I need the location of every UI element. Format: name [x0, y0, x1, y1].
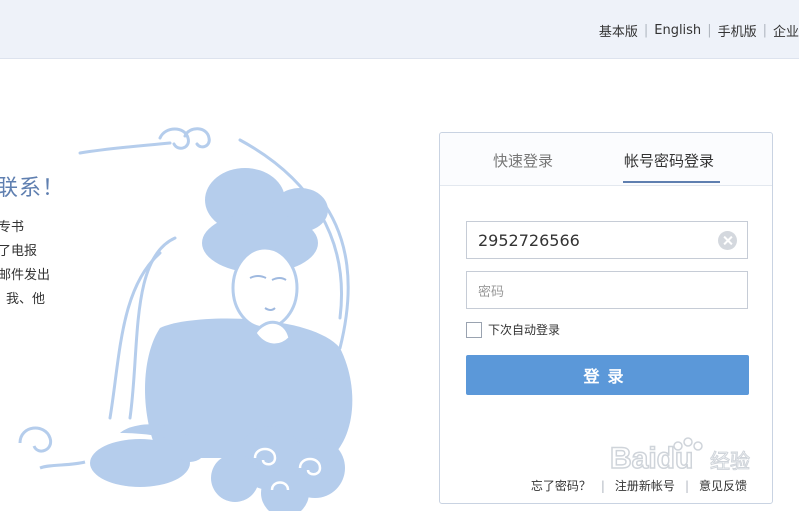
mobile-version-link[interactable]: 手机版	[718, 21, 757, 40]
change-illustration	[18, 127, 353, 511]
enterprise-link[interactable]: 企业	[773, 21, 799, 40]
password-placeholder: 密码	[478, 284, 505, 300]
account-input-value: 2952726566	[478, 230, 580, 250]
divider: |	[762, 23, 767, 38]
login-button[interactable]: 登录	[466, 355, 749, 395]
watermark-suffix: 经验	[710, 449, 750, 473]
baidu-watermark: Baidu 经验	[610, 437, 751, 476]
top-bar: 基本版 | English | 手机版 | 企业	[0, 0, 799, 59]
active-tab-indicator	[623, 181, 720, 183]
top-links: 基本版 | English | 手机版 | 企业	[599, 21, 799, 40]
password-input[interactable]: 密码	[466, 271, 748, 309]
basic-version-link[interactable]: 基本版	[599, 21, 638, 40]
english-link[interactable]: English	[654, 23, 701, 38]
watermark-brand: Baidu	[610, 442, 693, 475]
remember-me-label: 下次自动登录	[488, 323, 561, 337]
account-input[interactable]: 2952726566	[466, 221, 748, 259]
tab-account-login[interactable]: 帐号密码登录	[624, 150, 714, 171]
remember-me-checkbox[interactable]	[466, 321, 482, 338]
tab-quick-login[interactable]: 快速登录	[493, 150, 553, 171]
login-tabs: 快速登录 帐号密码登录	[440, 133, 772, 186]
remember-me: 下次自动登录	[466, 321, 560, 338]
divider: |	[707, 23, 712, 38]
clear-icon[interactable]	[718, 231, 737, 250]
divider: |	[643, 23, 649, 38]
forgot-password-link[interactable]: 忘了密码？	[531, 477, 591, 494]
divider: |	[600, 478, 605, 493]
